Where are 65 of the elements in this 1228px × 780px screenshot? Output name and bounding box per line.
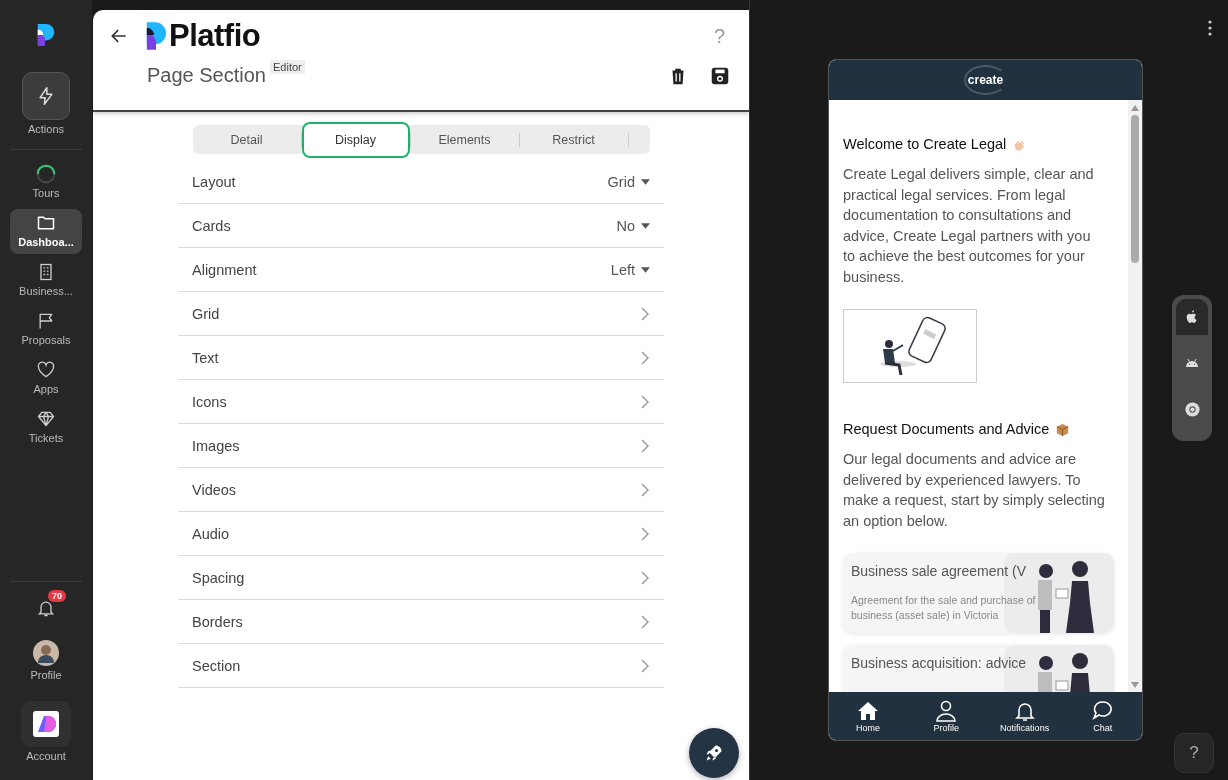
chevron-icon [641,394,649,409]
settings-row[interactable]: Cards No [178,204,664,248]
account-item[interactable]: Account [10,697,82,768]
tab[interactable]: Elements [410,121,519,158]
account-logo-icon [33,711,59,737]
caret-icon [641,266,650,273]
scrollbar[interactable] [1128,100,1142,692]
settings-row[interactable]: Audio [178,512,664,556]
settings-row[interactable]: Spacing [178,556,664,600]
nav-item[interactable]: Notifications [989,699,1060,733]
section-text: Create Legal delivers simple, clear and practical legal services. From legal documentation to consultations and advice, Create Legal partners with you to achieve the best outcomes for your business. [843,165,1095,287]
option-card[interactable]: Business sale agreement (V Agreement for the sale and purchase of business (asset sale) in Victoria [843,553,1114,633]
chevron-icon [641,658,649,673]
caret-icon [641,222,650,229]
chevron-icon [641,306,649,321]
section-heading: Request Documents and Advice [843,421,1050,437]
tab[interactable]: Detail [192,121,301,158]
rocket-icon [704,743,724,763]
sidebar-item[interactable]: Tickets [10,405,82,450]
tab[interactable]: Restrict [519,121,628,158]
bolt-icon [36,86,56,106]
page-title: Page Section [147,64,266,87]
settings-row[interactable]: Grid [178,292,664,336]
package-icon [1055,421,1071,437]
rocket-button[interactable] [689,728,739,778]
sidebar-item[interactable]: Apps [10,356,82,401]
settings-row[interactable]: Videos [178,468,664,512]
diamond-icon [36,409,56,429]
tab[interactable]: Display [301,121,410,158]
section-text: Our legal documents and advice are delivered by experienced lawyers. To make a request, start by simply selecting an option below. [843,450,1105,531]
nav-item[interactable]: Chat [1067,699,1138,733]
chevron-icon [641,570,649,585]
editor-badge: Editor [270,60,305,74]
logo-icon [145,21,167,51]
more-icon[interactable] [1208,20,1212,36]
chevron-icon [641,350,649,365]
sidebar-item[interactable]: Proposals [10,307,82,352]
settings-row[interactable]: Alignment Left [178,248,664,292]
settings-row[interactable]: Borders [178,600,664,644]
chevron-icon [641,614,649,629]
section-heading: Welcome to Create Legal [843,136,1007,152]
option-card[interactable]: Business acquisition: advice [843,645,1114,692]
settings-row[interactable]: Icons [178,380,664,424]
settings-row[interactable]: Images [178,424,664,468]
nav-item[interactable]: Home [833,699,904,733]
chevron-icon [641,438,649,453]
sidebar-item[interactable]: Tours [10,160,82,205]
logo-icon [35,22,57,48]
sidebar-item[interactable]: Dashboa... [10,209,82,254]
caret-icon [641,178,650,185]
folder-icon [36,213,56,233]
heart-icon [36,360,56,380]
sidebar-item[interactable]: Business... [10,258,82,303]
settings-row[interactable]: Section [178,644,664,688]
platform-button[interactable] [1176,299,1208,335]
settings-row[interactable]: Layout Grid [178,160,664,204]
notification-badge: 70 [48,590,66,602]
avatar-icon [33,640,59,666]
brand-name: Platfio [169,18,261,54]
settings-row[interactable]: Text [178,336,664,380]
chevron-icon [641,526,649,541]
nav-item[interactable]: Profile [911,699,982,733]
chevron-icon [641,482,649,497]
profile-item[interactable]: Profile [10,636,82,687]
help-button[interactable]: ? [1174,733,1214,773]
